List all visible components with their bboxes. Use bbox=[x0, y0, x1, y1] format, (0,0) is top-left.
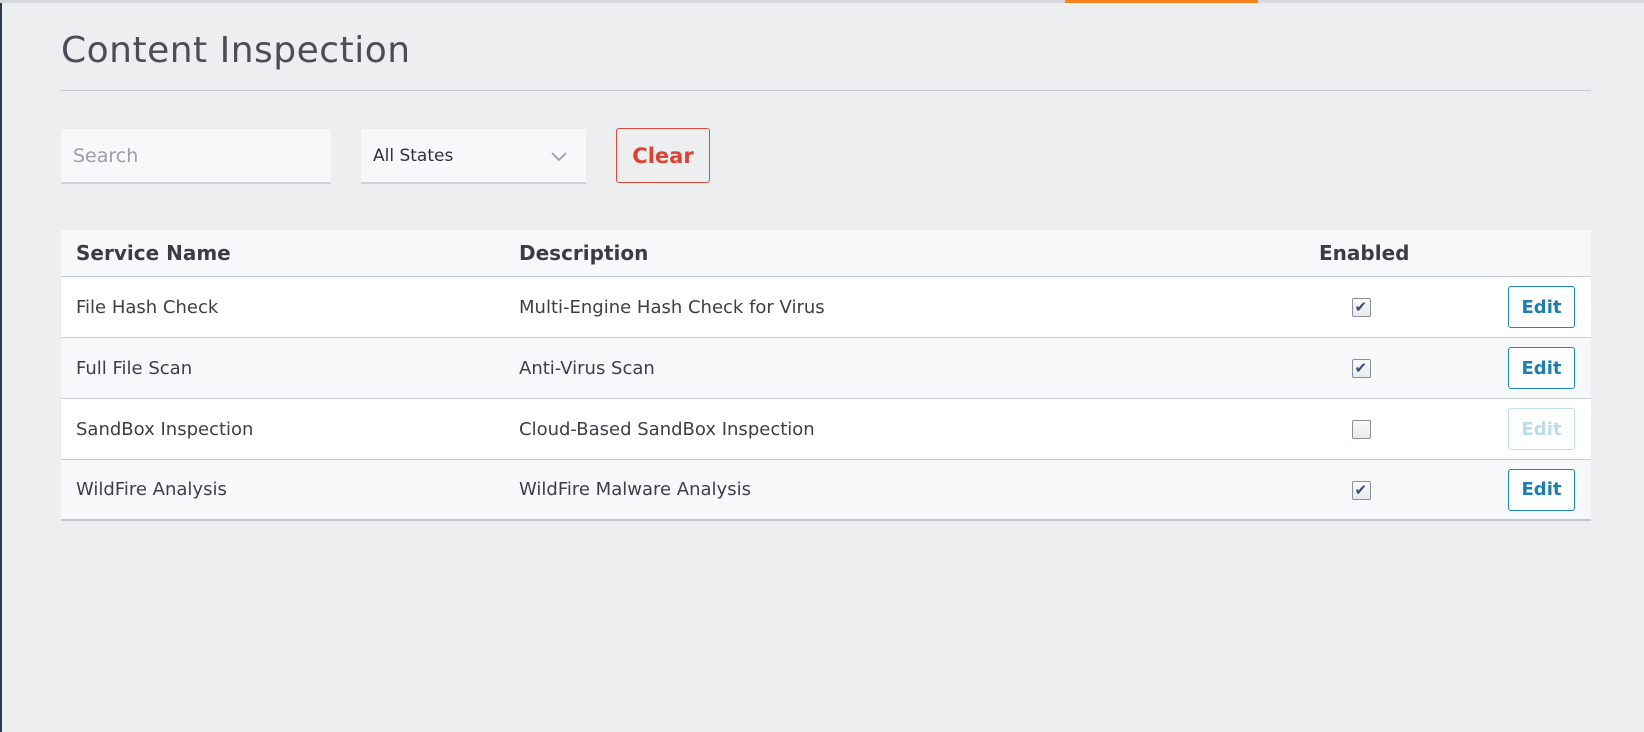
action-cell: Edit bbox=[1508, 468, 1575, 511]
edit-button[interactable]: Edit bbox=[1508, 286, 1575, 328]
description-cell: Anti-Virus Scan bbox=[519, 357, 655, 379]
table-header: Service Name Description Enabled bbox=[61, 230, 1591, 277]
description-cell: WildFire Malware Analysis bbox=[519, 479, 751, 500]
checkmark-icon: ✔ bbox=[1354, 298, 1368, 316]
title-divider bbox=[61, 90, 1591, 91]
edit-button: Edit bbox=[1508, 408, 1575, 450]
checkmark-icon: ✔ bbox=[1354, 359, 1368, 377]
state-filter-select[interactable]: All States bbox=[361, 129, 586, 184]
state-filter-value: All States bbox=[373, 145, 454, 166]
enabled-cell: ✔ bbox=[1319, 479, 1403, 500]
column-header-description[interactable]: Description bbox=[519, 241, 648, 265]
enabled-checkbox-checked[interactable]: ✔ bbox=[1351, 480, 1371, 500]
top-border bbox=[0, 0, 1644, 3]
enabled-checkbox-checked[interactable]: ✔ bbox=[1351, 359, 1371, 378]
table-row: WildFire Analysis WildFire Malware Analys… bbox=[61, 460, 1591, 521]
page-title: Content Inspection bbox=[61, 30, 411, 71]
edit-button[interactable]: Edit bbox=[1508, 468, 1575, 511]
clear-button[interactable]: Clear bbox=[616, 128, 710, 183]
chevron-down-icon bbox=[551, 152, 567, 162]
action-cell: Edit bbox=[1508, 408, 1575, 450]
table-row: File Hash Check Multi-Engine Hash Check f… bbox=[61, 277, 1591, 338]
edit-button[interactable]: Edit bbox=[1508, 347, 1575, 389]
column-header-service-name[interactable]: Service Name bbox=[76, 241, 231, 265]
service-name-cell: SandBox Inspection bbox=[76, 418, 254, 440]
search-input[interactable] bbox=[61, 129, 331, 184]
column-header-enabled[interactable]: Enabled bbox=[1319, 241, 1409, 265]
service-name-cell: Full File Scan bbox=[76, 357, 193, 379]
services-table: Service Name Description Enabled File Ha… bbox=[61, 230, 1591, 521]
description-cell: Multi-Engine Hash Check for Virus bbox=[519, 296, 825, 318]
service-name-cell: File Hash Check bbox=[76, 296, 219, 318]
enabled-cell: ✔ bbox=[1319, 358, 1403, 379]
active-tab-indicator bbox=[1065, 0, 1258, 3]
action-cell: Edit bbox=[1508, 347, 1575, 389]
enabled-checkbox-unchecked[interactable] bbox=[1351, 420, 1371, 439]
checkmark-icon: ✔ bbox=[1354, 480, 1368, 499]
table-row: SandBox Inspection Cloud-Based SandBox In… bbox=[61, 399, 1591, 460]
action-cell: Edit bbox=[1508, 286, 1575, 328]
table-body: File Hash Check Multi-Engine Hash Check f… bbox=[61, 277, 1591, 521]
enabled-cell bbox=[1319, 419, 1403, 440]
service-name-cell: WildFire Analysis bbox=[76, 479, 227, 500]
enabled-cell: ✔ bbox=[1319, 297, 1403, 318]
left-edge-border bbox=[0, 0, 2, 732]
table-row: Full File Scan Anti-Virus Scan ✔ Edit bbox=[61, 338, 1591, 399]
description-cell: Cloud-Based SandBox Inspection bbox=[519, 418, 815, 440]
enabled-checkbox-checked[interactable]: ✔ bbox=[1351, 298, 1371, 317]
